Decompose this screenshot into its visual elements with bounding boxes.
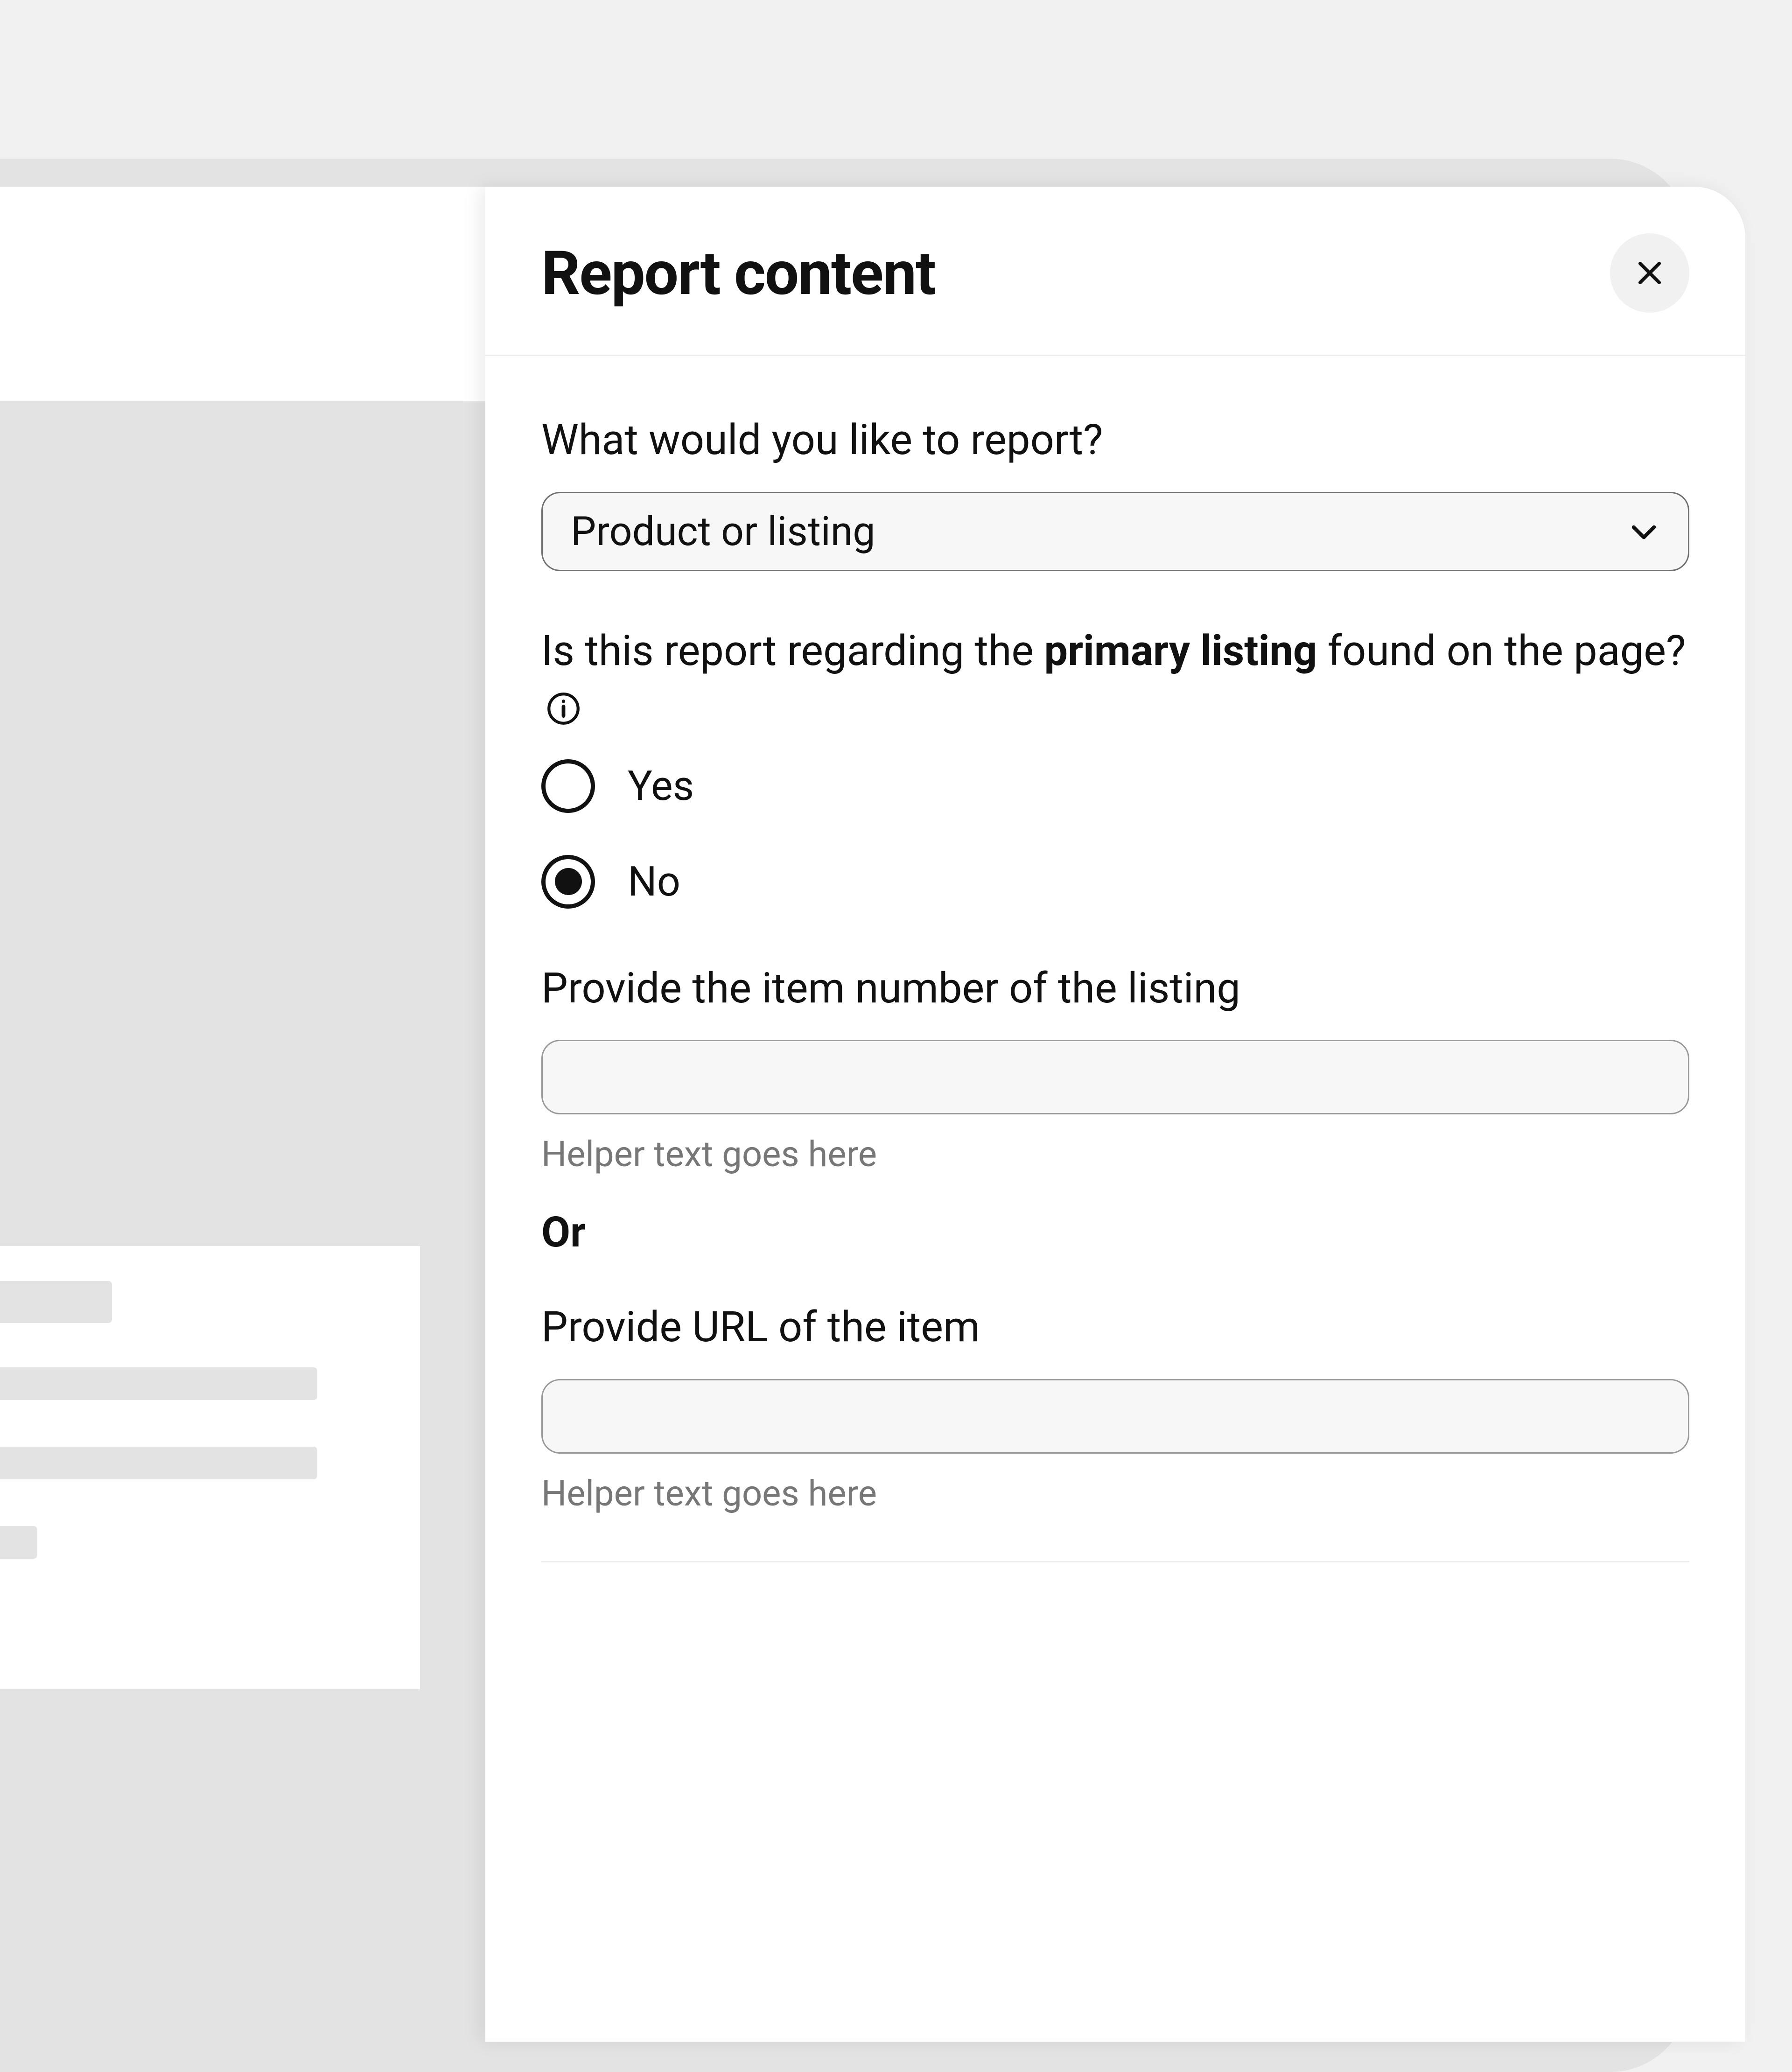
close-icon — [1633, 257, 1666, 289]
report-type-selected-value: Product or listing — [571, 508, 875, 555]
item-url-label: Provide URL of the item — [541, 1299, 1689, 1356]
radio-circle-yes — [541, 759, 595, 813]
drawer-body: What would you like to report? Product o… — [485, 356, 1745, 1562]
radio-label-no: No — [628, 858, 680, 906]
item-url-helper: Helper text goes here — [541, 1472, 1689, 1514]
or-separator-label: Or — [541, 1208, 1689, 1257]
label-pre: Is this report regarding the — [541, 626, 1044, 675]
section-divider — [541, 1561, 1689, 1562]
item-number-helper: Helper text goes here — [541, 1133, 1689, 1175]
primary-listing-label: Is this report regarding the primary lis… — [541, 623, 1689, 736]
report-type-field: What would you like to report? Product o… — [541, 412, 1689, 571]
item-number-input[interactable] — [541, 1040, 1689, 1114]
item-number-field: Provide the item number of the listing H… — [541, 960, 1689, 1176]
drawer-header: Report content — [485, 187, 1745, 356]
close-button[interactable] — [1610, 233, 1689, 313]
placeholder-bar — [0, 1526, 37, 1559]
radio-label-yes: Yes — [628, 762, 694, 810]
report-content-drawer: Report content What would you like to re… — [485, 187, 1745, 2042]
primary-listing-radio-group: Yes No — [541, 759, 1689, 909]
report-type-select-wrap: Product or listing — [541, 492, 1689, 571]
placeholder-bar — [0, 1447, 317, 1479]
radio-circle-no — [541, 855, 595, 909]
placeholder-bar — [0, 1367, 317, 1400]
label-post: found on the page? — [1317, 626, 1686, 675]
item-number-label: Provide the item number of the listing — [541, 960, 1689, 1017]
label-strong: primary listing — [1044, 626, 1317, 675]
report-type-select[interactable]: Product or listing — [541, 492, 1689, 571]
radio-option-yes[interactable]: Yes — [541, 759, 1689, 813]
info-icon[interactable] — [546, 691, 581, 726]
drawer-title: Report content — [541, 238, 935, 309]
item-url-input[interactable] — [541, 1379, 1689, 1454]
primary-listing-field: Is this report regarding the primary lis… — [541, 623, 1689, 909]
report-type-label: What would you like to report? — [541, 412, 1689, 469]
item-url-field: Provide URL of the item Helper text goes… — [541, 1299, 1689, 1514]
radio-option-no[interactable]: No — [541, 855, 1689, 909]
placeholder-bar — [0, 1281, 112, 1323]
